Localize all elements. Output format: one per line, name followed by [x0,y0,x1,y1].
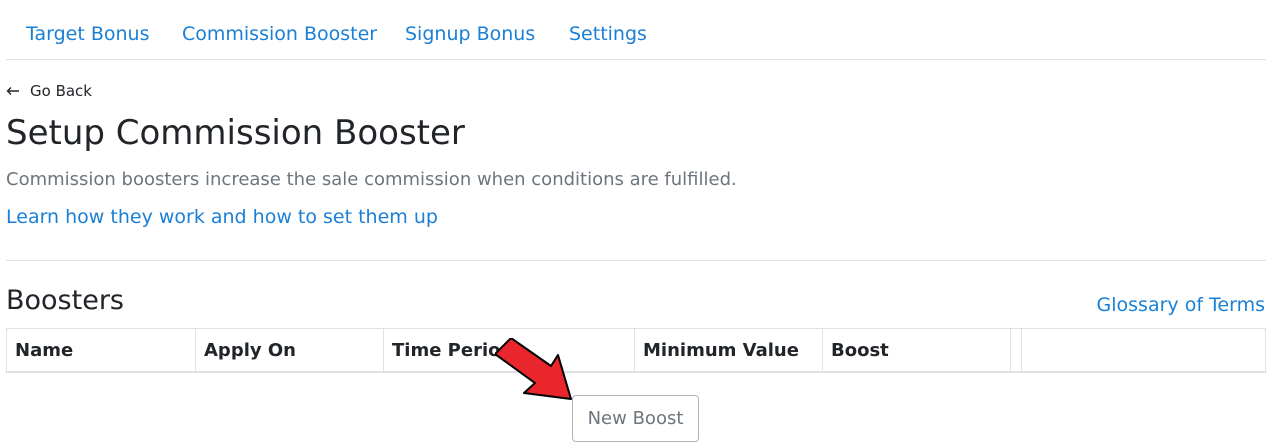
tab-commission-booster[interactable]: Commission Booster [182,23,377,45]
column-header-actions [1010,329,1022,371]
go-back-label: Go Back [30,82,92,100]
column-header-apply-on[interactable]: Apply On [195,329,384,371]
boosters-heading: Boosters [6,285,124,316]
learn-more-link[interactable]: Learn how they work and how to set them … [6,206,438,228]
page-title: Setup Commission Booster [6,113,465,153]
column-header-name[interactable]: Name [7,329,196,371]
tab-target-bonus[interactable]: Target Bonus [26,23,149,45]
boosters-table: Name Apply On Time Period Minimum Value … [6,328,1266,373]
go-back-link[interactable]: Go Back [6,82,92,100]
tab-signup-bonus[interactable]: Signup Bonus [405,23,535,45]
page-description: Commission boosters increase the sale co… [6,169,737,190]
section-divider [6,260,1266,261]
column-header-boost[interactable]: Boost [822,329,1011,371]
tab-settings[interactable]: Settings [569,23,647,45]
glossary-link[interactable]: Glossary of Terms [1097,294,1265,316]
new-boost-button[interactable]: New Boost [572,395,699,442]
arrow-left-icon [6,82,22,100]
top-nav: Target Bonus Commission Booster Signup B… [6,0,1266,60]
column-header-minimum-value[interactable]: Minimum Value [634,329,823,371]
